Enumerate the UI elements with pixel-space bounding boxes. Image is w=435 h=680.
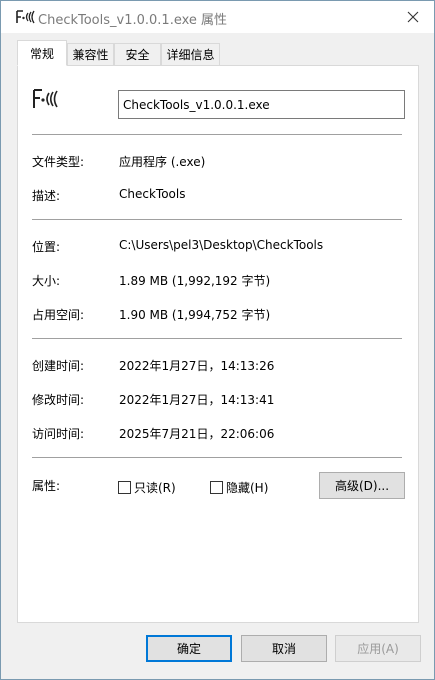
close-button[interactable]: [398, 1, 428, 33]
hidden-label: 隐藏(H): [226, 481, 269, 495]
location-label: 位置:: [32, 240, 61, 254]
size-value: 1.89 MB (1,992,192 字节): [119, 274, 271, 288]
modified-label: 修改时间:: [32, 393, 85, 407]
accessed-value: 2025年7月21日，22:06:06: [119, 427, 275, 441]
location-value: C:\Users\pel3\Desktop\CheckTools: [119, 238, 324, 252]
divider: [32, 134, 402, 135]
checkbox-box[interactable]: [210, 481, 223, 494]
attributes-label: 属性:: [32, 479, 61, 493]
created-label: 创建时间:: [32, 359, 85, 373]
tab-general[interactable]: 常规: [17, 40, 67, 66]
checkbox-box[interactable]: [118, 481, 131, 494]
size-on-disk-label: 占用空间:: [32, 308, 85, 322]
modified-value: 2022年1月27日，14:13:41: [119, 393, 275, 407]
file-name-field[interactable]: [118, 90, 405, 119]
tab-security[interactable]: 安全: [114, 43, 161, 65]
created-value: 2022年1月27日，14:13:26: [119, 359, 275, 373]
file-type-value: 应用程序 (.exe): [119, 155, 206, 169]
advanced-button[interactable]: 高级(D)...: [319, 472, 405, 499]
readonly-checkbox[interactable]: 只读(R): [118, 479, 176, 496]
readonly-label: 只读(R): [134, 481, 176, 495]
title-bar[interactable]: CheckTools_v1.0.0.1.exe 属性: [1, 1, 434, 33]
accessed-label: 访问时间:: [32, 427, 85, 441]
description-value: CheckTools: [119, 187, 186, 201]
tab-details[interactable]: 详细信息: [161, 43, 220, 65]
window-title: CheckTools_v1.0.0.1.exe 属性: [38, 13, 228, 28]
hidden-checkbox[interactable]: 隐藏(H): [210, 479, 268, 496]
size-label: 大小:: [32, 274, 61, 288]
divider: [32, 457, 402, 458]
size-on-disk-value: 1.90 MB (1,994,752 字节): [119, 308, 271, 322]
properties-dialog: CheckTools_v1.0.0.1.exe 属性 常规 兼容性 安全 详细信…: [0, 0, 435, 680]
ok-button[interactable]: 确定: [146, 635, 232, 662]
divider: [32, 219, 402, 220]
general-panel: [17, 65, 419, 623]
cancel-button[interactable]: 取消: [241, 635, 327, 662]
divider: [32, 338, 402, 339]
app-icon: [16, 10, 35, 24]
tab-compatibility[interactable]: 兼容性: [67, 43, 114, 65]
apply-button[interactable]: 应用(A): [335, 635, 421, 662]
description-label: 描述:: [32, 189, 61, 203]
close-icon: [407, 11, 419, 23]
file-icon: [33, 89, 58, 108]
file-type-label: 文件类型:: [32, 155, 85, 169]
